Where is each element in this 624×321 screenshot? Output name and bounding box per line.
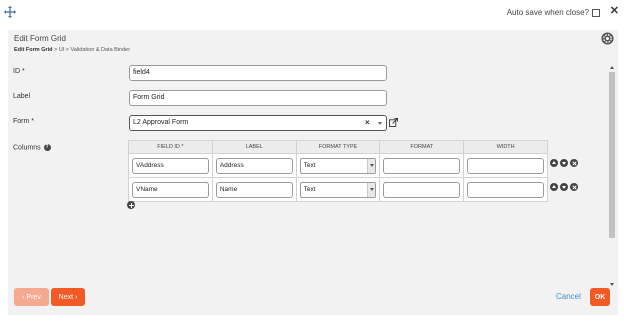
format-type-select[interactable]: Text — [299, 157, 377, 174]
gear-icon[interactable] — [601, 32, 614, 45]
close-icon[interactable]: ✕ — [610, 5, 619, 17]
scroll-down-icon[interactable] — [610, 283, 614, 286]
delete-row-icon[interactable] — [570, 159, 578, 167]
label-input[interactable]: Address — [215, 157, 293, 174]
breadcrumb-current: Edit Form Grid — [14, 47, 53, 53]
cancel-button[interactable]: Cancel — [556, 292, 581, 301]
row-actions — [550, 159, 578, 167]
panel-title: Edit Form Grid — [14, 34, 67, 43]
field-id-input[interactable]: VName — [132, 181, 209, 198]
format-input[interactable] — [383, 181, 461, 198]
dialog-topbar: Auto save when close? ✕ — [0, 0, 624, 24]
form-label: Form * — [13, 118, 34, 125]
delete-row-icon[interactable] — [570, 183, 578, 191]
move-down-icon[interactable] — [560, 183, 568, 191]
external-edit-icon[interactable] — [389, 118, 398, 127]
columns-label: Columns ? — [13, 144, 51, 151]
format-input[interactable] — [383, 157, 461, 174]
grid-header-row: FIELD ID * LABEL FORMAT TYPE FORMAT WIDT… — [128, 140, 548, 154]
grid-header: FORMAT TYPE — [295, 140, 381, 154]
table-row: VName Name Text — [128, 177, 548, 202]
format-type-value: Text — [303, 185, 316, 193]
clear-icon[interactable]: × — [365, 118, 370, 127]
autosave-toggle[interactable]: Auto save when close? — [507, 8, 600, 17]
autosave-checkbox[interactable] — [592, 8, 600, 17]
grid-header: FORMAT — [379, 140, 465, 154]
move-up-icon[interactable] — [550, 183, 558, 191]
format-type-value: Text — [303, 161, 316, 169]
width-input[interactable] — [467, 181, 544, 198]
ok-button[interactable]: OK — [590, 288, 610, 306]
row-actions — [550, 183, 578, 191]
next-button[interactable]: Next › — [51, 288, 85, 306]
columns-label-text: Columns — [13, 144, 41, 152]
chevron-down-icon[interactable] — [367, 158, 376, 173]
autosave-label: Auto save when close? — [506, 8, 589, 17]
help-icon[interactable]: ? — [43, 144, 51, 151]
columns-grid: FIELD ID * LABEL FORMAT TYPE FORMAT WIDT… — [128, 140, 548, 202]
prev-button[interactable]: ‹ Prev — [14, 288, 49, 306]
chevron-down-icon[interactable] — [367, 182, 376, 197]
grid-header: FIELD ID * — [128, 140, 213, 154]
format-type-select[interactable]: Text — [299, 181, 377, 198]
move-up-icon[interactable] — [550, 159, 558, 167]
scroll-thumb[interactable] — [609, 72, 615, 238]
scroll-up-icon[interactable] — [610, 66, 614, 69]
vertical-scrollbar[interactable] — [608, 64, 616, 288]
grid-header: LABEL — [211, 140, 297, 154]
id-field[interactable]: field4 — [129, 65, 387, 81]
add-row-icon[interactable] — [127, 201, 135, 209]
breadcrumb-trail: > UI > Validation & Data Binder — [52, 47, 131, 53]
chevron-down-icon[interactable] — [378, 122, 382, 125]
label-input[interactable]: Name — [215, 181, 293, 198]
breadcrumb: Edit Form Grid > UI > Validation & Data … — [14, 47, 130, 53]
field-id-input[interactable]: VAddress — [132, 157, 209, 174]
move-down-icon[interactable] — [560, 159, 568, 167]
id-label: ID * — [13, 68, 25, 75]
label-field[interactable]: Form Grid — [129, 90, 387, 106]
width-input[interactable] — [467, 157, 544, 174]
table-row: VAddress Address Text — [128, 153, 548, 178]
label-label: Label — [13, 93, 31, 100]
edit-form-grid-panel: Edit Form Grid Edit Form Grid > UI > Val… — [8, 30, 618, 315]
form-select[interactable]: L2 Approval Form — [129, 115, 387, 131]
move-arrows-icon[interactable] — [4, 6, 16, 18]
grid-header: WIDTH — [463, 140, 548, 154]
